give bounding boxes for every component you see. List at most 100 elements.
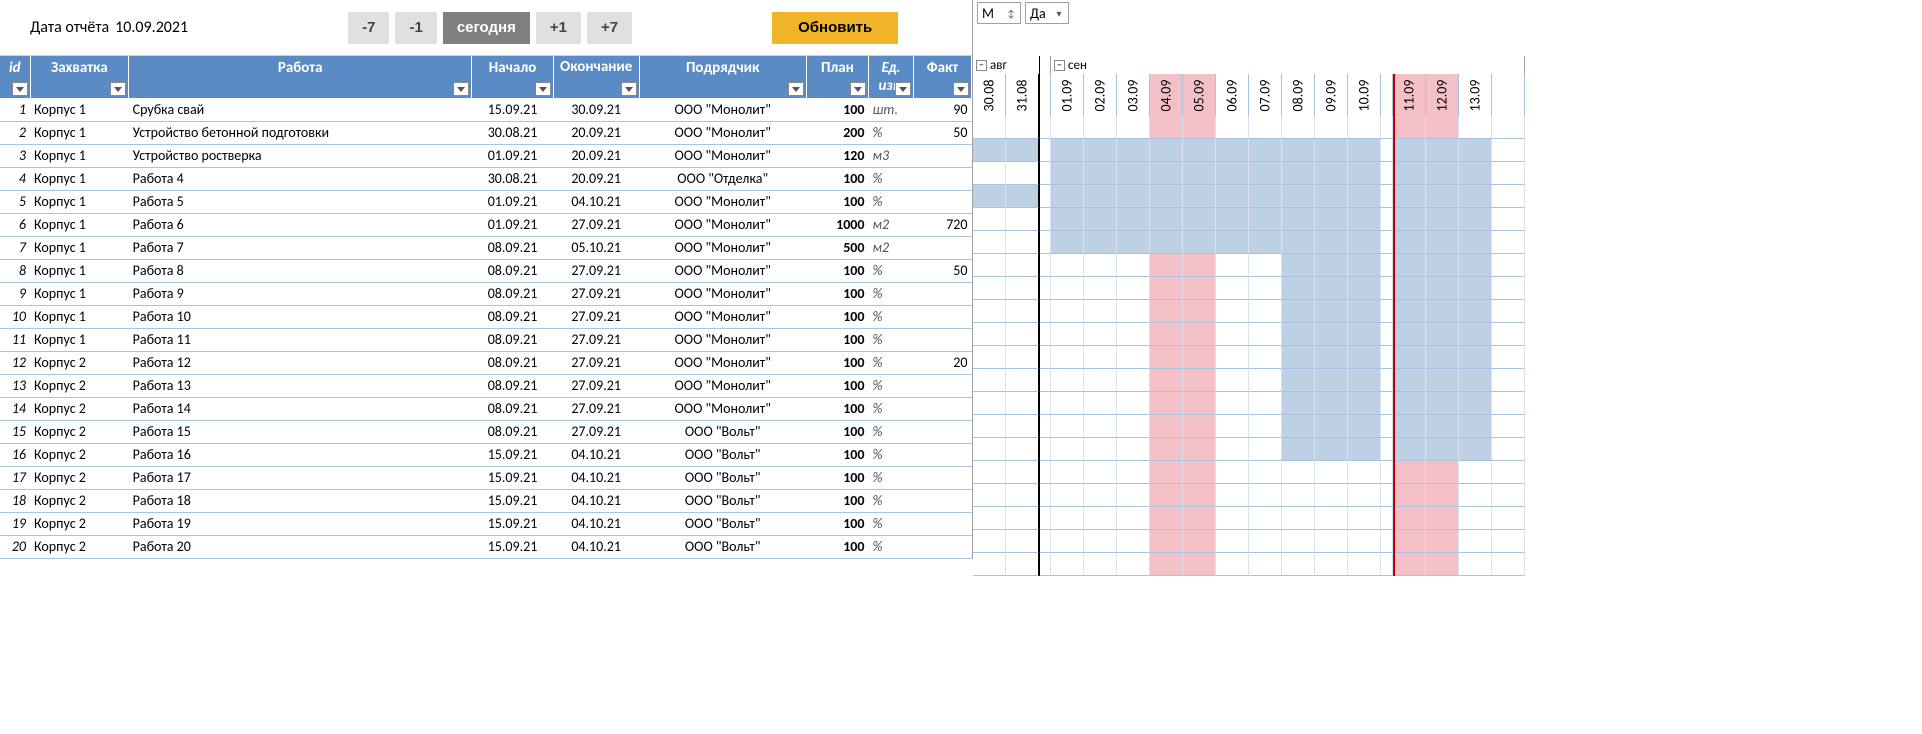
gantt-cell[interactable] (1051, 208, 1084, 231)
gantt-cell[interactable] (1459, 461, 1492, 484)
gantt-cell[interactable] (1183, 530, 1216, 553)
gantt-cell[interactable] (1315, 323, 1348, 346)
gantt-cell[interactable] (1150, 139, 1183, 162)
gantt-cell[interactable] (1039, 277, 1051, 300)
gantt-cell[interactable] (1051, 346, 1084, 369)
gantt-cell[interactable] (1459, 346, 1492, 369)
gantt-cell[interactable] (1492, 415, 1525, 438)
gantt-cell[interactable] (1315, 300, 1348, 323)
gantt-cell[interactable] (1117, 116, 1150, 139)
table-row[interactable]: 14Корпус 2Работа 1408.09.2127.09.21ООО "… (0, 397, 972, 420)
date-header-cell[interactable] (1492, 74, 1525, 116)
gantt-cell[interactable] (1084, 254, 1117, 277)
gantt-cell[interactable] (1117, 392, 1150, 415)
gantt-cell[interactable] (1183, 507, 1216, 530)
gantt-cell[interactable] (1006, 139, 1039, 162)
gantt-cell[interactable] (1393, 553, 1426, 576)
gantt-cell[interactable] (1348, 300, 1381, 323)
table-row[interactable]: 20Корпус 2Работа 2015.09.2104.10.21ООО "… (0, 535, 972, 558)
gantt-cell[interactable] (973, 461, 1006, 484)
gantt-cell[interactable] (1381, 185, 1393, 208)
gantt-cell[interactable] (1183, 346, 1216, 369)
gantt-cell[interactable] (1006, 231, 1039, 254)
gantt-cell[interactable] (973, 369, 1006, 392)
gantt-cell[interactable] (1282, 277, 1315, 300)
gantt-cell[interactable] (1084, 392, 1117, 415)
gantt-cell[interactable] (1348, 438, 1381, 461)
gantt-cell[interactable] (1393, 139, 1426, 162)
filter-icon[interactable] (788, 82, 804, 96)
th-id[interactable]: id (0, 56, 30, 98)
gantt-cell[interactable] (1183, 254, 1216, 277)
gantt-cell[interactable] (1315, 208, 1348, 231)
gantt-cell[interactable] (973, 415, 1006, 438)
gantt-cell[interactable] (1039, 507, 1051, 530)
gantt-cell[interactable] (1459, 208, 1492, 231)
gantt-cell[interactable] (1426, 438, 1459, 461)
gantt-cell[interactable] (1039, 185, 1051, 208)
gantt-cell[interactable] (1150, 438, 1183, 461)
collapse-icon[interactable]: − (1054, 60, 1065, 71)
gantt-cell[interactable] (1150, 300, 1183, 323)
gantt-cell[interactable] (1117, 369, 1150, 392)
gantt-cell[interactable] (1282, 461, 1315, 484)
gantt-cell[interactable] (1183, 553, 1216, 576)
gantt-cell[interactable] (1348, 392, 1381, 415)
gantt-cell[interactable] (1039, 346, 1051, 369)
gantt-cell[interactable] (1249, 162, 1282, 185)
gantt-cell[interactable] (973, 438, 1006, 461)
gantt-cell[interactable] (1051, 162, 1084, 185)
gantt-cell[interactable] (1183, 208, 1216, 231)
gantt-cell[interactable] (1117, 300, 1150, 323)
gantt-cell[interactable] (1315, 507, 1348, 530)
gantt-cell[interactable] (1459, 300, 1492, 323)
gantt-cell[interactable] (1315, 369, 1348, 392)
btn-update[interactable]: Обновить (772, 12, 898, 44)
gantt-cell[interactable] (1381, 162, 1393, 185)
gantt-cell[interactable] (1315, 162, 1348, 185)
gantt-cell[interactable] (1006, 507, 1039, 530)
gantt-cell[interactable] (1426, 346, 1459, 369)
gantt-cell[interactable] (1183, 484, 1216, 507)
gantt-cell[interactable] (1348, 484, 1381, 507)
gantt-cell[interactable] (1084, 415, 1117, 438)
gantt-cell[interactable] (1492, 346, 1525, 369)
filter-icon[interactable] (453, 82, 469, 96)
gantt-cell[interactable] (1393, 323, 1426, 346)
gantt-cell[interactable] (1249, 185, 1282, 208)
gantt-cell[interactable] (1216, 392, 1249, 415)
th-work[interactable]: Работа (129, 56, 472, 98)
gantt-cell[interactable] (1006, 530, 1039, 553)
gantt-cell[interactable] (1183, 438, 1216, 461)
gantt-cell[interactable] (1315, 461, 1348, 484)
gantt-cell[interactable] (1282, 369, 1315, 392)
gantt-cell[interactable] (1150, 231, 1183, 254)
gantt-cell[interactable] (1492, 507, 1525, 530)
gantt-cell[interactable] (1150, 162, 1183, 185)
btn-plus-1[interactable]: +1 (536, 12, 581, 44)
gantt-cell[interactable] (1381, 346, 1393, 369)
date-header-cell[interactable]: 10.09 (1348, 74, 1381, 116)
table-row[interactable]: 19Корпус 2Работа 1915.09.2104.10.21ООО "… (0, 512, 972, 535)
gantt-cell[interactable] (1282, 208, 1315, 231)
gantt-cell[interactable] (1150, 346, 1183, 369)
gantt-cell[interactable] (1393, 231, 1426, 254)
table-row[interactable]: 10Корпус 1Работа 1008.09.2127.09.21ООО "… (0, 305, 972, 328)
gantt-cell[interactable] (973, 208, 1006, 231)
gantt-cell[interactable] (1492, 461, 1525, 484)
gantt-cell[interactable] (1051, 185, 1084, 208)
gantt-cell[interactable] (1315, 392, 1348, 415)
gantt-cell[interactable] (1051, 277, 1084, 300)
gantt-cell[interactable] (1117, 231, 1150, 254)
gantt-cell[interactable] (1492, 323, 1525, 346)
gantt-cell[interactable] (1249, 208, 1282, 231)
gantt-cell[interactable] (1426, 231, 1459, 254)
gantt-cell[interactable] (1381, 392, 1393, 415)
filter-date[interactable]: Да ▾ (1025, 2, 1069, 24)
gantt-cell[interactable] (1249, 369, 1282, 392)
gantt-cell[interactable] (1459, 323, 1492, 346)
gantt-cell[interactable] (1084, 323, 1117, 346)
gantt-cell[interactable] (1216, 254, 1249, 277)
gantt-cell[interactable] (1282, 392, 1315, 415)
gantt-cell[interactable] (1393, 369, 1426, 392)
